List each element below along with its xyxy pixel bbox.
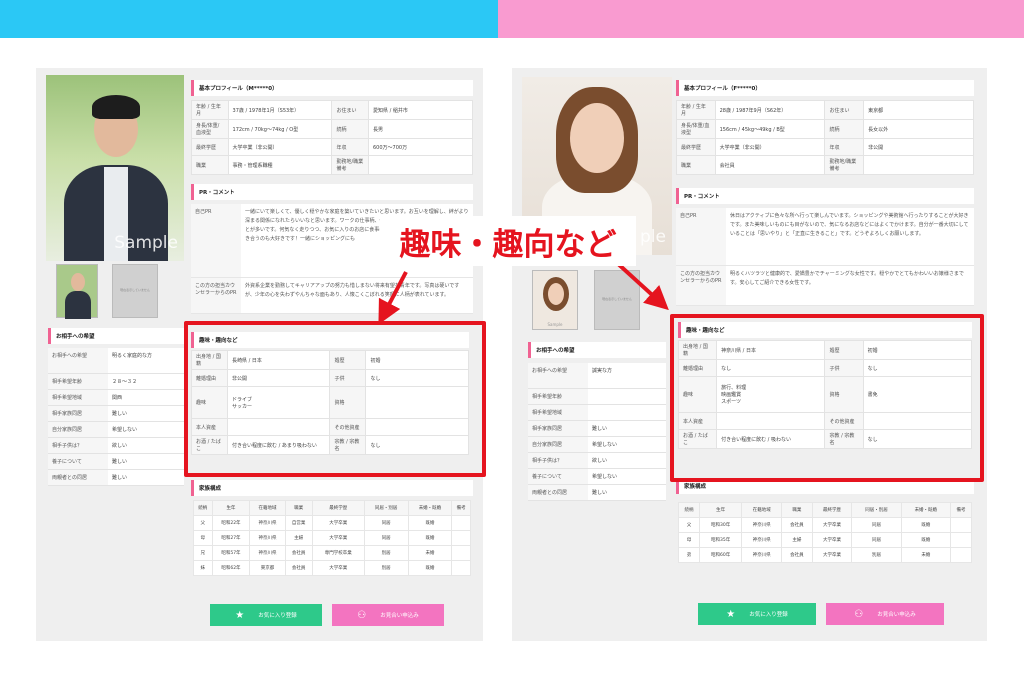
arrow-right [614, 260, 669, 311]
arrow-left [378, 271, 408, 325]
callout-label: 趣味・趣向など [380, 216, 636, 266]
callout-arrows [378, 260, 669, 325]
